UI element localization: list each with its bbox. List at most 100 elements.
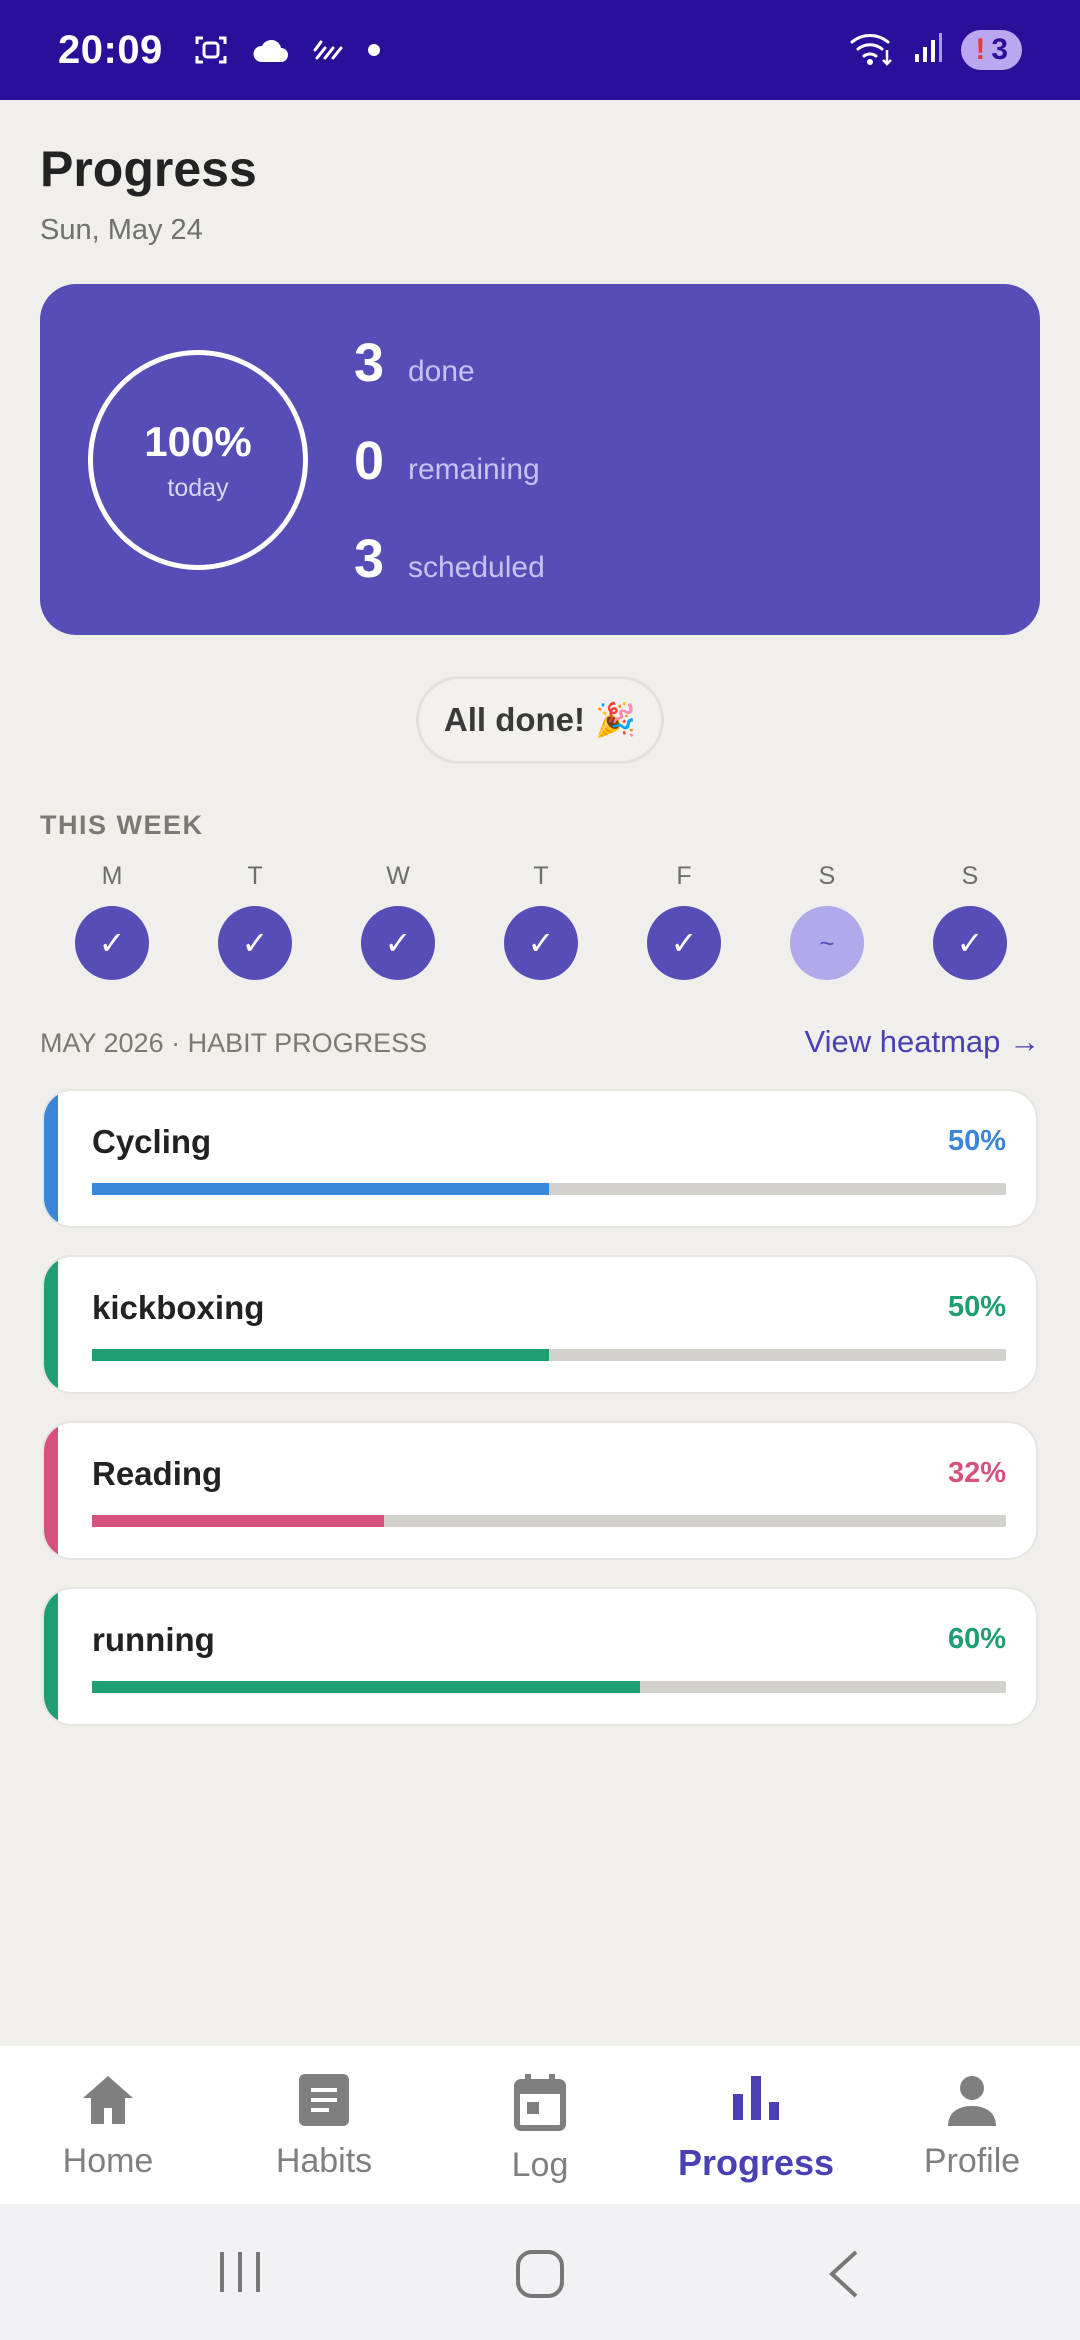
status-icons-left — [193, 32, 381, 68]
nav-label: Home — [62, 2142, 154, 2180]
day-letter: W — [386, 862, 410, 890]
notification-count: 3 — [991, 33, 1008, 66]
habit-progress-fill — [92, 1681, 641, 1693]
view-heatmap-link[interactable]: View heatmap → — [805, 1024, 1041, 1060]
stat-done: 3 done — [354, 332, 475, 394]
month-section-title: MAY 2026 · HABIT PROGRESS — [40, 1028, 428, 1058]
habit-name: kickboxing — [92, 1289, 265, 1326]
day-status-circle: ✓ — [361, 906, 435, 980]
stat-label: scheduled — [408, 551, 545, 584]
habit-percent: 50% — [947, 1291, 1006, 1323]
habit-progress-track — [92, 1681, 1006, 1693]
page-date: Sun, May 24 — [40, 214, 203, 246]
habit-accent-bar — [44, 1589, 58, 1724]
day-status-circle: ~ — [790, 906, 864, 980]
nav-label: Log — [511, 2146, 569, 2184]
habit-name: running — [92, 1621, 215, 1658]
week-row: M ✓ T ✓ W ✓ T ✓ F ✓ S ~ S ✓ — [40, 862, 1040, 982]
bottom-navigation: Home Habits Log Progress Profile — [0, 2046, 1080, 2204]
day-status-circle: ✓ — [504, 906, 578, 980]
habits-icon — [216, 2072, 432, 2128]
calendar-icon — [432, 2072, 648, 2132]
nav-label: Profile — [923, 2142, 1021, 2180]
habit-card-kickboxing[interactable]: kickboxing 50% — [42, 1255, 1038, 1394]
stat-label: remaining — [408, 453, 540, 486]
stat-remaining: 0 remaining — [354, 430, 540, 492]
habit-card-running[interactable]: running 60% — [42, 1587, 1038, 1726]
recent-apps-icon[interactable] — [212, 2248, 268, 2301]
back-icon[interactable] — [824, 2248, 864, 2305]
bar-chart-icon — [648, 2072, 864, 2128]
habit-accent-bar — [44, 1091, 58, 1226]
habit-progress-fill — [92, 1183, 549, 1195]
nav-profile[interactable]: Profile — [864, 2072, 1080, 2181]
screenshot-icon — [193, 32, 229, 68]
stat-number: 3 — [354, 333, 385, 393]
status-icons-right: ! 3 — [849, 30, 1022, 71]
progress-ring: 100% today — [88, 350, 308, 570]
habit-progress-fill — [92, 1515, 385, 1527]
ring-percent: 100% — [144, 417, 252, 465]
habit-card-reading[interactable]: Reading 32% — [42, 1421, 1038, 1560]
day-status-circle: ✓ — [647, 906, 721, 980]
day-status-circle: ✓ — [75, 906, 149, 980]
habit-percent: 32% — [947, 1457, 1006, 1489]
day-status-circle: ✓ — [933, 906, 1007, 980]
dot-icon — [367, 43, 381, 57]
day-tuesday[interactable]: T ✓ — [217, 862, 293, 980]
day-wednesday[interactable]: W ✓ — [360, 862, 436, 980]
day-letter: T — [533, 862, 549, 890]
page-title: Progress — [40, 141, 257, 197]
party-popper-icon: 🎉 — [595, 700, 637, 738]
day-friday[interactable]: F ✓ — [646, 862, 722, 980]
alert-icon: ! — [975, 33, 986, 66]
person-icon — [864, 2072, 1080, 2128]
habit-accent-bar — [44, 1257, 58, 1392]
day-letter: S — [961, 862, 979, 890]
wifi-icon — [849, 30, 895, 71]
habit-progress-track — [92, 1515, 1006, 1527]
home-icon — [0, 2072, 216, 2128]
day-monday[interactable]: M ✓ — [74, 862, 150, 980]
stat-number: 3 — [354, 529, 385, 589]
nav-habits[interactable]: Habits — [216, 2072, 432, 2181]
habit-progress-fill — [92, 1349, 549, 1361]
stat-number: 0 — [354, 431, 385, 491]
day-letter: T — [247, 862, 263, 890]
day-sunday[interactable]: S ✓ — [932, 862, 1008, 980]
habit-accent-bar — [44, 1423, 58, 1558]
notification-badge[interactable]: ! 3 — [961, 30, 1022, 70]
status-time: 20:09 — [58, 27, 163, 72]
home-button-icon[interactable] — [514, 2248, 566, 2305]
habit-percent: 60% — [947, 1623, 1006, 1655]
status-bar: 20:09 ! 3 — [0, 0, 1080, 100]
day-letter: M — [101, 862, 123, 890]
stat-label: done — [408, 355, 475, 388]
system-navigation-bar — [0, 2204, 1080, 2340]
nav-progress[interactable]: Progress — [648, 2072, 864, 2184]
habit-progress-track — [92, 1349, 1006, 1361]
nav-home[interactable]: Home — [0, 2072, 216, 2181]
day-saturday[interactable]: S ~ — [789, 862, 865, 980]
day-thursday[interactable]: T ✓ — [503, 862, 579, 980]
nav-label: Habits — [275, 2142, 373, 2180]
habit-name: Cycling — [92, 1123, 212, 1160]
day-letter: S — [818, 862, 836, 890]
ring-label: today — [167, 473, 229, 502]
habit-name: Reading — [92, 1455, 223, 1492]
week-section-title: THIS WEEK — [40, 810, 204, 840]
habit-card-cycling[interactable]: Cycling 50% — [42, 1089, 1038, 1228]
all-done-label: All done! — [443, 701, 586, 738]
nav-label: Progress — [677, 2142, 835, 2183]
stat-scheduled: 3 scheduled — [354, 528, 545, 590]
day-letter: F — [676, 862, 692, 890]
day-status-circle: ✓ — [218, 906, 292, 980]
summary-card: 100% today 3 done 0 remaining 3 schedule… — [40, 284, 1040, 635]
weather-icon — [311, 38, 345, 62]
all-done-badge: All done! 🎉 — [416, 676, 664, 764]
habit-progress-track — [92, 1183, 1006, 1195]
signal-icon — [913, 32, 943, 69]
cloud-icon — [251, 36, 289, 64]
nav-log[interactable]: Log — [432, 2072, 648, 2185]
habit-percent: 50% — [947, 1125, 1006, 1157]
